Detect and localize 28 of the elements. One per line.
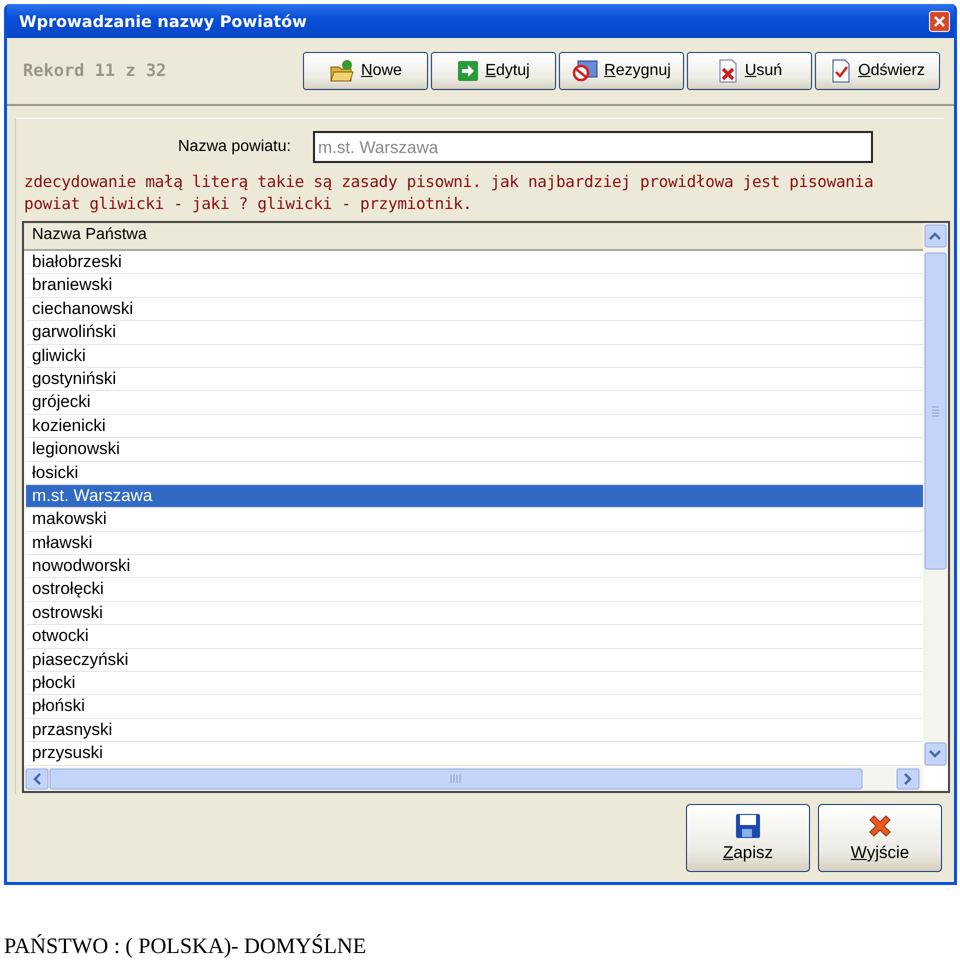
list-row[interactable]: m.st. Warszawa xyxy=(26,484,923,508)
close-icon xyxy=(934,16,945,26)
edit-button[interactable]: Edytuj xyxy=(431,52,556,90)
new-button[interactable]: Nowe xyxy=(303,52,428,90)
list-row[interactable]: kozienicki xyxy=(26,414,923,438)
field-label: Nazwa powiatu: xyxy=(178,138,291,156)
list-row[interactable]: mławski xyxy=(26,532,923,556)
list-row[interactable]: piaseczyński xyxy=(26,648,923,672)
no-entry-icon xyxy=(572,60,598,82)
window-title: Wprowadzanie nazwy Powiatów xyxy=(19,12,307,30)
delete-button[interactable]: Usuń xyxy=(687,52,812,90)
folder-icon xyxy=(329,59,356,83)
list-row[interactable]: łosicki xyxy=(26,462,923,485)
cross-icon xyxy=(867,813,893,839)
exit-button[interactable]: Wyjście xyxy=(818,804,942,872)
list-row[interactable]: gliwicki xyxy=(26,344,923,368)
vertical-scrollbar[interactable] xyxy=(923,223,948,767)
save-button[interactable]: Zapisz xyxy=(686,804,810,872)
hint-text: zdecydowanie małą literą takie są zasady pisowni. jak najbardziej prowidłowa jest pisowania powiat gliwicki - jaki ? gliwicki - przymiotnik. xyxy=(23,171,874,215)
horizontal-scrollbar[interactable] xyxy=(24,767,923,791)
column-header[interactable]: Nazwa Państwa xyxy=(24,223,923,251)
cancel-button[interactable]: Rezygnuj xyxy=(559,52,684,90)
caption-text: PAŃSTWO : ( POLSKA)- DOMYŚLNE xyxy=(4,933,368,959)
document-check-icon xyxy=(830,59,852,83)
document-delete-icon xyxy=(716,59,739,83)
close-button[interactable] xyxy=(929,10,950,32)
record-counter: Rekord 11 z 32 xyxy=(23,61,168,81)
refresh-button[interactable]: Odświerz xyxy=(815,52,940,90)
